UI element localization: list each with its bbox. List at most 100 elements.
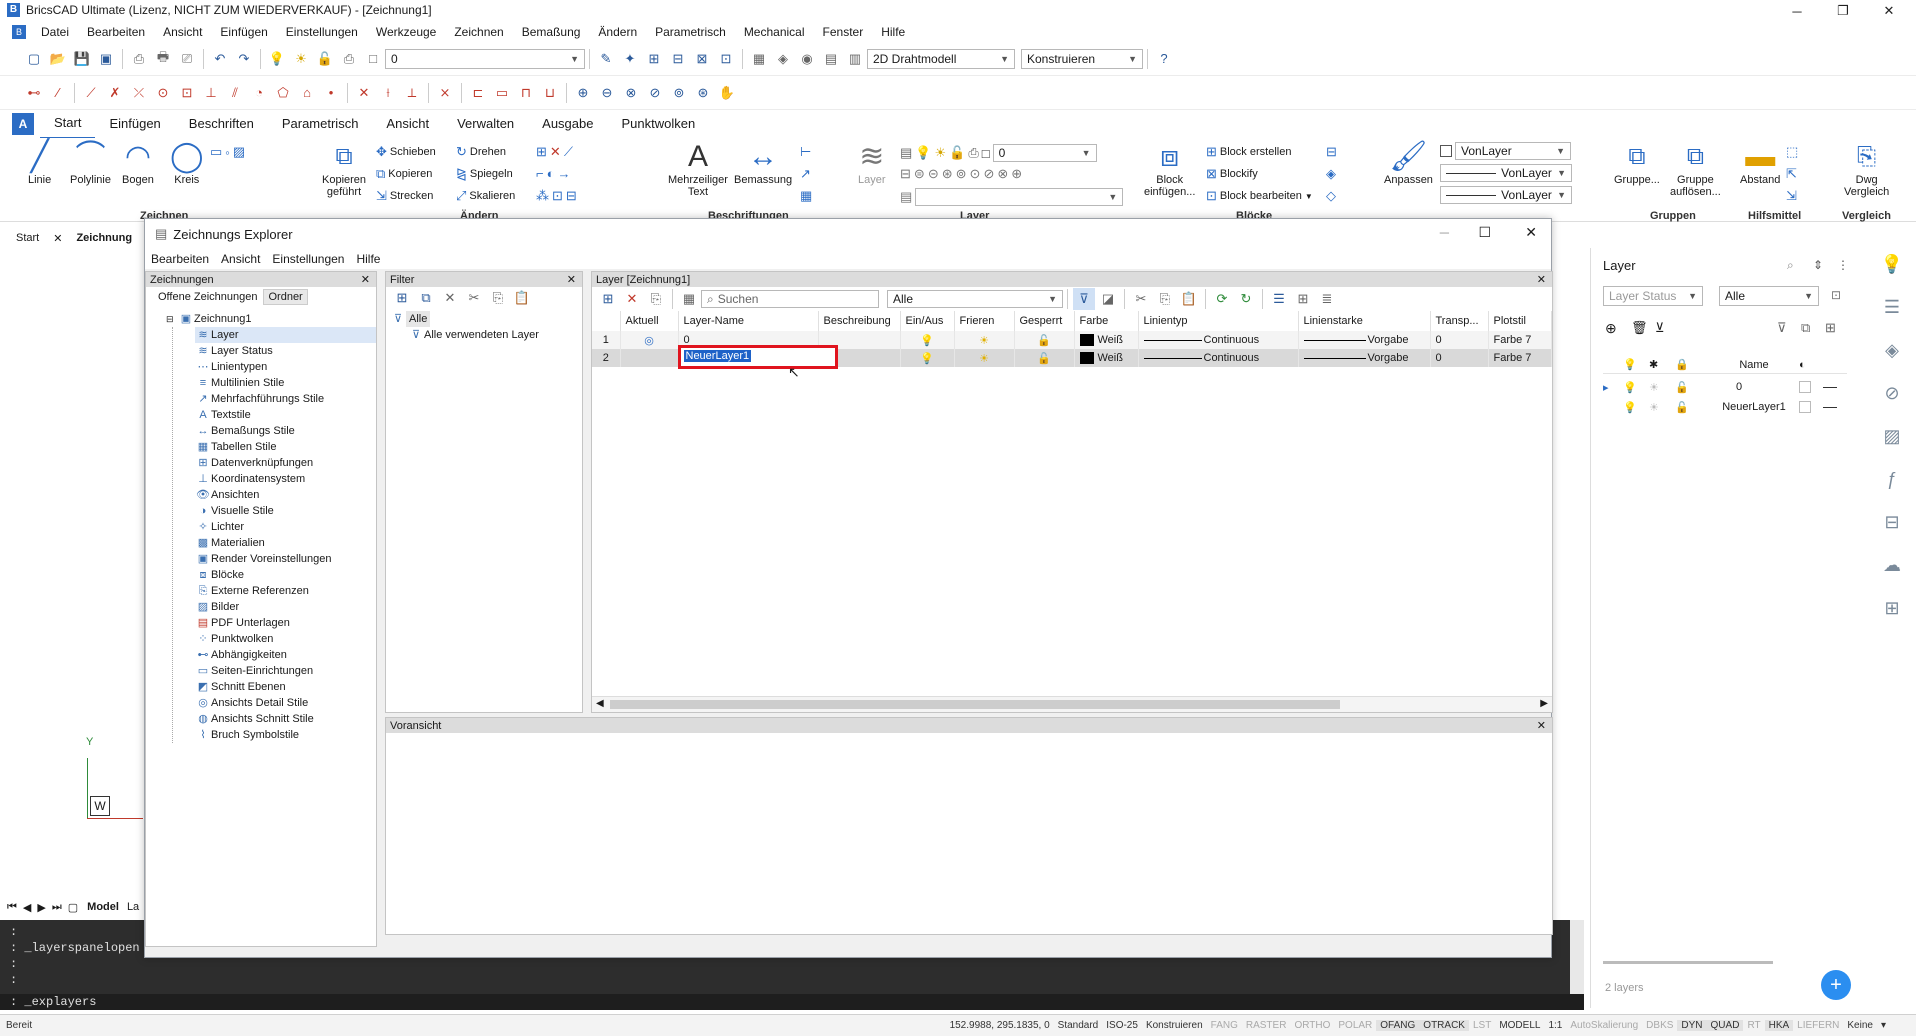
col-current[interactable]: Aktuell — [620, 311, 679, 331]
layer-name-edit-input[interactable]: NeuerLayer1 — [683, 350, 752, 362]
col-color[interactable]: Farbe — [1074, 311, 1139, 331]
layers-icon[interactable]: ◈ — [1885, 340, 1899, 361]
col-locked[interactable]: Gesperrt — [1014, 311, 1075, 331]
tree-item-layer[interactable]: ≋ Layer — [195, 327, 376, 343]
props-icon[interactable]: ✦ — [619, 48, 641, 70]
util-small-tools3[interactable]: ⇲ — [1786, 188, 1797, 204]
tree-item[interactable]: ▨ Bilder — [195, 599, 376, 615]
doc-tab-zeichnung[interactable]: Zeichnung — [70, 232, 138, 244]
status-item[interactable]: OFANG — [1376, 1020, 1420, 1031]
status-item[interactable]: ISO-25 — [1102, 1020, 1142, 1031]
tree-item[interactable]: ◑ Visuelle Stile — [195, 503, 376, 519]
tab-verwalten[interactable]: Verwalten — [443, 110, 528, 138]
doc-tab-start[interactable]: Start — [0, 232, 45, 244]
status-item[interactable]: HKA — [1764, 1020, 1794, 1031]
dimension-button[interactable]: ↔ Bemassung — [734, 140, 792, 186]
ribbon-layer-combo[interactable]: 0 ▼ — [992, 144, 1097, 162]
delete-layer-icon[interactable]: ✕ — [621, 288, 643, 310]
menu-einfuegen[interactable]: Einfügen — [211, 22, 276, 42]
tree-item[interactable]: ✧ Lichter — [195, 519, 376, 535]
snap-track-icon[interactable]: ⟂ — [401, 82, 423, 104]
filter-pane-close-icon[interactable]: ✕ — [567, 273, 576, 286]
tree-item[interactable]: ⊞ Datenverknüpfungen — [195, 455, 376, 471]
freeze-icon[interactable]: ☀ — [954, 331, 1015, 349]
tab-open-drawings[interactable]: Offene Zeichnungen — [154, 290, 262, 304]
status-item[interactable]: AutoSkalierung — [1566, 1020, 1642, 1031]
status-item[interactable]: LST — [1469, 1020, 1495, 1031]
snap-mid-icon[interactable]: ⁄ — [47, 82, 69, 104]
tab-parametrisch[interactable]: Parametrisch — [268, 110, 373, 138]
mirror-button[interactable]: ⧎ Spiegeln — [456, 166, 513, 182]
status-item[interactable]: FANG — [1207, 1020, 1242, 1031]
status-item[interactable]: DBKS — [1642, 1020, 1677, 1031]
dialog-maximize-icon[interactable]: ☐ — [1478, 224, 1491, 241]
tab-layout[interactable]: La — [125, 901, 141, 913]
zoom-out-icon[interactable]: ⊖ — [596, 82, 618, 104]
first-layout-icon[interactable]: ⏮ — [4, 901, 20, 914]
tree-item[interactable]: ▣ Render Voreinstellungen — [195, 551, 376, 567]
tree-item[interactable]: ◎ Ansichts Detail Stile — [195, 695, 376, 711]
snap-perp-icon[interactable]: ⊥ — [200, 82, 222, 104]
layer-state-icons[interactable]: ▤ 💡 ☀ 🔓 ⎙ □ 0 ▼ — [900, 144, 1097, 162]
tab-einfuegen[interactable]: Einfügen — [95, 110, 174, 138]
menu-parametrisch[interactable]: Parametrisch — [646, 22, 735, 42]
tool4-icon[interactable]: ⊡ — [715, 48, 737, 70]
snap-quad-icon[interactable]: ⊡ — [176, 82, 198, 104]
line-button[interactable]: ╱ Linie — [28, 140, 51, 186]
status-item[interactable]: Konstruieren — [1142, 1020, 1207, 1031]
minimize-button[interactable]: ─ — [1774, 0, 1820, 22]
sync-icon[interactable]: ↻ — [1235, 288, 1257, 310]
table-row-selected[interactable]: 2 NeuerLayer1 💡 ☀ 🔓 Weiß Continuous Vorg… — [592, 345, 1552, 369]
filter-icon[interactable]: ⊽ — [1777, 320, 1787, 336]
tab-punktwolken[interactable]: Punktwolken — [607, 110, 709, 138]
polyline-button[interactable]: ⌒ Polylinie — [70, 140, 111, 186]
col-lineweight[interactable]: Linienstarke — [1298, 311, 1431, 331]
status-item[interactable]: RASTER — [1242, 1020, 1291, 1031]
layer-list-row[interactable]: 💡 ☀ 🔓 NeuerLayer1 — [1603, 398, 1847, 416]
zoom-all-icon[interactable]: ⊛ — [692, 82, 714, 104]
current-icon[interactable]: ◎ — [620, 331, 679, 349]
linetype-combo[interactable]: VonLayer ▼ — [1440, 164, 1572, 182]
tab-beschriften[interactable]: Beschriften — [175, 110, 268, 138]
status-item[interactable]: 1:1 — [1544, 1020, 1566, 1031]
annot-small-tools[interactable]: ⊢ — [800, 144, 811, 160]
on-icon[interactable]: 💡 — [900, 331, 955, 349]
tool3-icon[interactable]: ⊠ — [691, 48, 713, 70]
pan-icon[interactable]: ✋ — [716, 82, 738, 104]
set-current-icon[interactable]: ⊻ — [1655, 320, 1665, 336]
tree-item[interactable]: ▩ Materialien — [195, 535, 376, 551]
new-icon[interactable]: ▢ — [23, 48, 45, 70]
tool9-icon[interactable]: ▥ — [844, 48, 866, 70]
col-freeze[interactable]: Frieren — [954, 311, 1015, 331]
menu-hilfe[interactable]: Hilfe — [872, 22, 914, 42]
copy-layer-icon[interactable]: ⎘ — [645, 288, 667, 310]
layer-walk-icon[interactable]: ⧉ — [1801, 320, 1810, 336]
tree-item[interactable]: A Textstile — [195, 407, 376, 423]
tab-start[interactable]: Start — [40, 109, 96, 139]
tree-item[interactable]: ▦ Tabellen Stile — [195, 439, 376, 455]
new-layer-icon[interactable]: ⊞ — [597, 288, 619, 310]
menu-werkzeuge[interactable]: Werkzeuge — [367, 22, 445, 42]
cut-icon[interactable]: ✂ — [1130, 288, 1152, 310]
snap-app-icon[interactable]: ⟊ — [377, 82, 399, 104]
snap-line-icon[interactable]: ⟋ — [80, 82, 102, 104]
tree-item[interactable]: 👁 Ansichten — [195, 487, 376, 503]
menu-bemassung[interactable]: Bemaßung — [513, 22, 590, 42]
next-layout-icon[interactable]: ▶ — [34, 901, 48, 914]
new-group-filter-icon[interactable]: ⧉ — [415, 287, 437, 309]
filter-toggle-icon[interactable]: ⊽ — [1073, 288, 1095, 310]
menu-ansicht[interactable]: Ansicht — [154, 22, 211, 42]
layer-color-icon[interactable]: □ — [362, 48, 384, 70]
block-small-tools[interactable]: ⊟ — [1326, 144, 1337, 160]
arc-button[interactable]: ◠ Bogen — [122, 140, 154, 186]
block-small-tools3[interactable]: ◇ — [1326, 188, 1336, 204]
rotate-button[interactable]: ↻ Drehen — [456, 144, 506, 160]
annot-small-tools2[interactable]: ↗ — [800, 166, 811, 182]
doc-tab-start-close[interactable]: ✕ — [45, 232, 70, 245]
visualstyle-combo[interactable]: 2D Drahtmodell ▼ — [867, 48, 1015, 69]
layer-status-combo[interactable]: Layer Status ▼ — [1603, 286, 1703, 306]
customize-button[interactable]: 🖌 Anpassen — [1384, 140, 1433, 186]
col-plotstyle[interactable]: Plotstil — [1488, 311, 1552, 331]
settings-icon[interactable]: ⊡ — [1831, 288, 1841, 302]
status-item[interactable]: POLAR — [1334, 1020, 1376, 1031]
